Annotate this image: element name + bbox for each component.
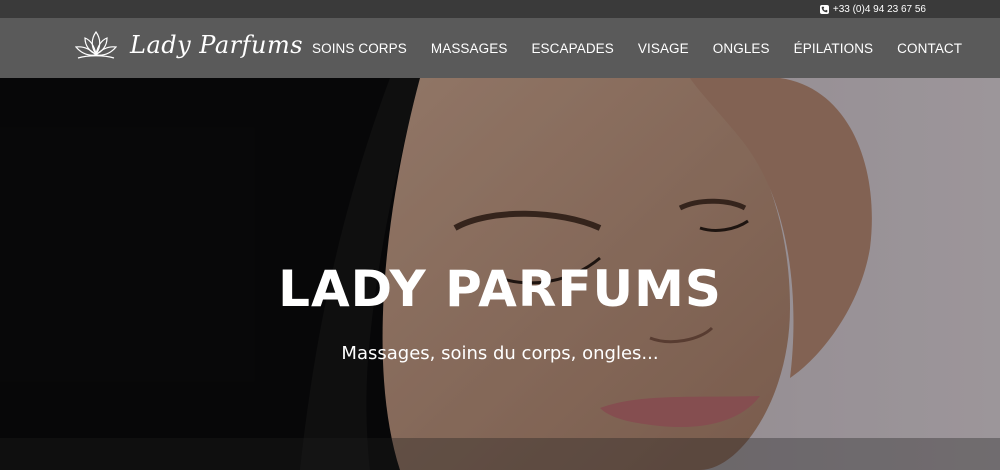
- phone-link[interactable]: +33 (0)4 94 23 67 56: [819, 3, 926, 15]
- nav-escapades[interactable]: ESCAPADES: [531, 41, 613, 56]
- nav-contact[interactable]: CONTACT: [897, 41, 962, 56]
- phone-number: +33 (0)4 94 23 67 56: [832, 3, 926, 15]
- lotus-icon: [74, 30, 118, 59]
- nav-massages[interactable]: MASSAGES: [431, 41, 508, 56]
- top-bar: +33 (0)4 94 23 67 56: [0, 0, 1000, 18]
- main-navbar: Lady Parfums SOINS CORPS MASSAGES ESCAPA…: [0, 18, 1000, 78]
- hero-subtitle: Massages, soins du corps, ongles...: [341, 343, 659, 364]
- hero-title: LADY PARFUMS: [278, 260, 722, 318]
- site-logo[interactable]: Lady Parfums: [72, 28, 303, 62]
- hero-banner: LADY PARFUMS Massages, soins du corps, o…: [0, 78, 1000, 470]
- nav-soins-corps[interactable]: SOINS CORPS: [312, 41, 407, 56]
- phone-icon: [819, 4, 829, 14]
- nav-visage[interactable]: VISAGE: [638, 41, 689, 56]
- main-menu: SOINS CORPS MASSAGES ESCAPADES VISAGE ON…: [312, 18, 986, 78]
- logo-text: Lady Parfums: [130, 31, 304, 59]
- nav-epilations[interactable]: ÉPILATIONS: [794, 41, 874, 56]
- nav-ongles[interactable]: ONGLES: [713, 41, 770, 56]
